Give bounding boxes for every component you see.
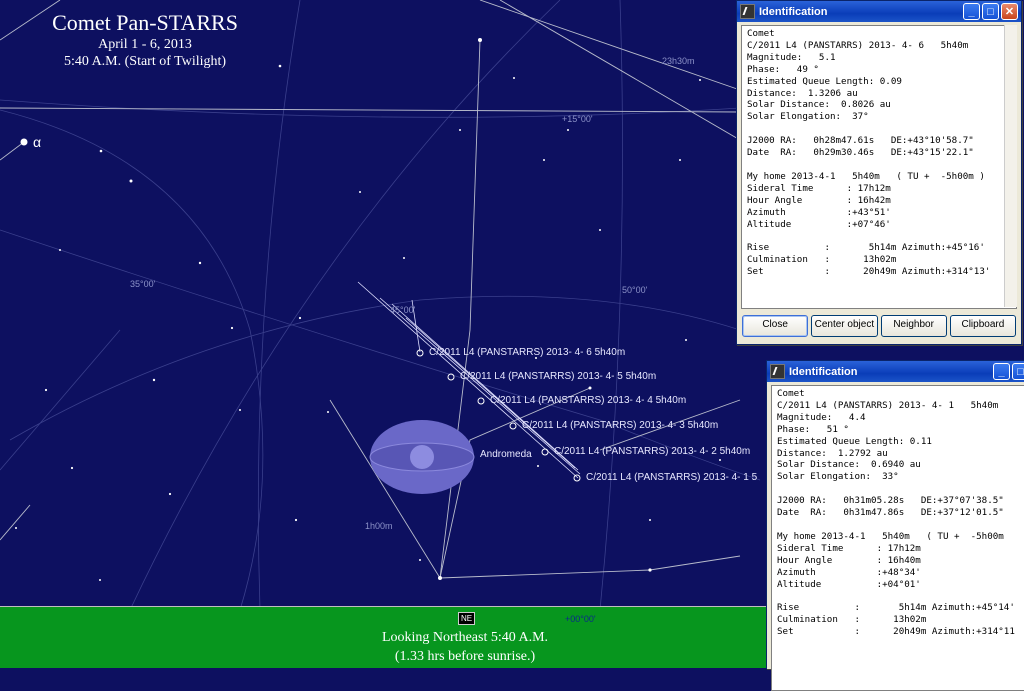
comet-label[interactable]: C/2011 L4 (PANSTARRS) 2013- 4- 6 5h40m <box>429 347 625 358</box>
andromeda-label: Andromeda <box>480 449 532 460</box>
center-object-button[interactable]: Center object <box>811 315 878 337</box>
grid-label-1h: 1h00m <box>365 521 393 531</box>
view-caption: Looking Northeast 5:40 A.M. (1.33 hrs be… <box>300 628 630 666</box>
window-titlebar[interactable]: Identification _ □ ✕ <box>737 1 1021 22</box>
star-alpha-label: α <box>33 134 42 150</box>
maximize-button[interactable]: □ <box>982 3 999 20</box>
ne-direction-marker: NE <box>458 612 476 625</box>
identification-window-1[interactable]: Identification _ □ ✕ Comet C/2011 L4 (PA… <box>736 0 1022 345</box>
grid-label-35: 35°00' <box>130 279 156 289</box>
grid-label-horizon: +00°00' <box>565 614 596 624</box>
comet-label[interactable]: C/2011 L4 (PANSTARRS) 2013- 4- 1 5 <box>586 472 757 483</box>
clipboard-button[interactable]: Clipboard <box>949 315 1016 337</box>
grid-label-dec: +15°00' <box>562 114 593 124</box>
window-titlebar[interactable]: Identification _ □ <box>767 361 1024 382</box>
grid-label-45: 45°00' <box>390 305 416 315</box>
identification-text: Comet C/2011 L4 (PANSTARRS) 2013- 4- 1 5… <box>771 385 1024 691</box>
comet-label[interactable]: C/2011 L4 (PANSTARRS) 2013- 4- 3 5h40m <box>522 420 718 431</box>
window-title: Identification <box>789 365 858 378</box>
chart-date-range: April 1 - 6, 2013 <box>98 37 192 52</box>
chart-title: Comet Pan-STARRS <box>52 10 238 35</box>
identification-window-2[interactable]: Identification _ □ Comet C/2011 L4 (PANS… <box>766 360 1024 691</box>
comet-label[interactable]: C/2011 L4 (PANSTARRS) 2013- 4- 2 5h40m <box>554 446 750 457</box>
close-button[interactable]: Close <box>742 315 809 337</box>
grid-label-50: 50°00' <box>622 285 648 295</box>
minimize-button[interactable]: _ <box>963 3 980 20</box>
identification-text: Comet C/2011 L4 (PANSTARRS) 2013- 4- 6 5… <box>741 25 1017 309</box>
grid-label-ra: 23h30m <box>662 56 695 66</box>
close-icon[interactable]: ✕ <box>1001 3 1018 20</box>
view-caption-line1: Looking Northeast 5:40 A.M. <box>381 630 549 645</box>
app-icon <box>770 364 785 379</box>
button-row: Close Center object Neighbor Clipboard <box>737 309 1021 343</box>
window-title: Identification <box>759 5 828 18</box>
chart-time: 5:40 A.M. (Start of Twilight) <box>63 54 227 69</box>
app-icon <box>740 4 755 19</box>
comet-label[interactable]: C/2011 L4 (PANSTARRS) 2013- 4- 5 5h40m <box>460 371 656 382</box>
chart-title-block: Comet Pan-STARRS April 1 - 6, 2013 5:40 … <box>20 10 270 70</box>
neighbor-button[interactable]: Neighbor <box>880 315 947 337</box>
scrollbar[interactable] <box>1004 25 1017 307</box>
view-caption-line2: (1.33 hrs before sunrise.) <box>394 649 536 664</box>
andromeda-galaxy-symbol <box>369 420 475 494</box>
maximize-button[interactable]: □ <box>1012 363 1024 380</box>
minimize-button[interactable]: _ <box>993 363 1010 380</box>
comet-label[interactable]: C/2011 L4 (PANSTARRS) 2013- 4- 4 5h40m <box>490 395 686 406</box>
